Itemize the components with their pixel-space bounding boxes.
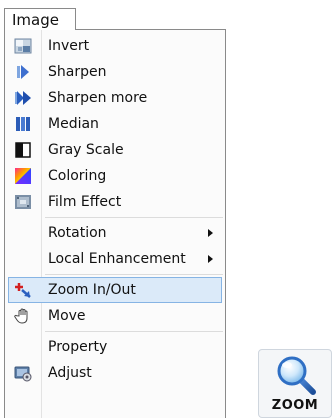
sharpen-more-icon	[15, 91, 31, 105]
menu-item-label: Adjust	[48, 365, 92, 381]
menu-item-gray-scale[interactable]: Gray Scale	[8, 137, 222, 163]
menu-separator	[45, 217, 223, 218]
magnifier-icon	[277, 356, 316, 395]
hand-icon	[14, 308, 28, 324]
menu-separator	[45, 331, 223, 332]
menu-item-film-effect[interactable]: Film Effect	[8, 189, 222, 215]
menu-item-sharpen-more[interactable]: Sharpen more	[8, 85, 222, 111]
submenu-arrow-icon	[208, 255, 213, 263]
menu-item-label: Gray Scale	[48, 142, 124, 158]
menu-image-tab[interactable]: Image	[4, 8, 76, 30]
zoom-button[interactable]: ZOOM	[258, 349, 332, 418]
menu-item-move[interactable]: Move	[8, 303, 222, 329]
menu-item-label: Zoom In/Out	[48, 282, 136, 298]
menu-item-local-enhancement[interactable]: Local Enhancement	[8, 246, 222, 272]
image-dropdown-menu: Invert Sharpen Sharpen more Median Gray …	[4, 29, 226, 418]
menu-item-label: Sharpen	[48, 64, 107, 80]
menu-item-coloring[interactable]: Coloring	[8, 163, 222, 189]
menu-item-label: Rotation	[48, 225, 107, 241]
film-effect-icon	[15, 195, 31, 209]
menu-item-zoom-in-out[interactable]: Zoom In/Out	[8, 277, 222, 303]
coloring-icon	[15, 168, 31, 184]
menu-item-sharpen[interactable]: Sharpen	[8, 59, 222, 85]
menu-item-label: Property	[48, 339, 108, 355]
menu-item-property[interactable]: Property	[8, 334, 222, 360]
menu-item-label: Coloring	[48, 168, 107, 184]
menu-item-label: Local Enhancement	[48, 251, 186, 267]
menu-item-median[interactable]: Median	[8, 111, 222, 137]
sharpen-icon	[17, 65, 29, 79]
adjust-icon	[14, 366, 32, 382]
menu-item-label: Median	[48, 116, 99, 132]
zoom-button-label: ZOOM	[271, 398, 319, 413]
menu-item-label: Move	[48, 308, 86, 324]
menu-item-label: Sharpen more	[48, 90, 148, 106]
zoom-in-out-icon	[15, 283, 31, 298]
menu-item-rotation[interactable]: Rotation	[8, 220, 222, 246]
gray-scale-icon	[15, 142, 31, 158]
menu-item-adjust[interactable]: Adjust	[8, 360, 222, 386]
menu-item-label: Invert	[48, 38, 90, 54]
median-icon	[16, 117, 30, 131]
menu-item-invert[interactable]: Invert	[8, 33, 222, 59]
menu-item-label: Film Effect	[48, 194, 122, 210]
menu-separator	[45, 274, 223, 275]
invert-icon	[14, 38, 32, 54]
submenu-arrow-icon	[208, 229, 213, 237]
